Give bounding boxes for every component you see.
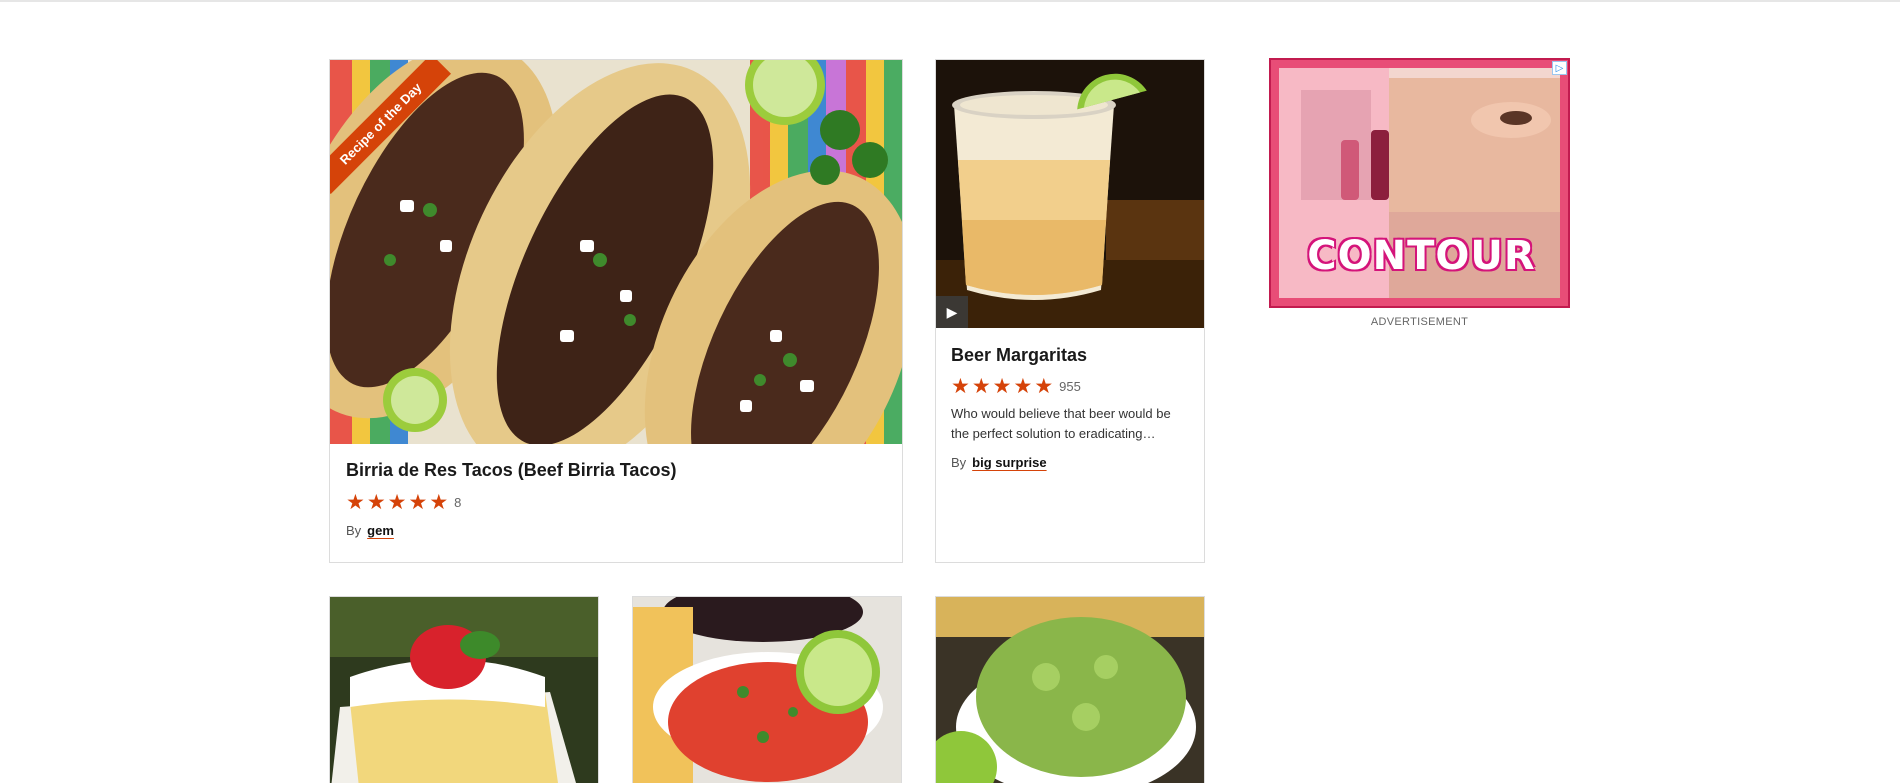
review-count: 8	[454, 495, 462, 510]
recipe-card-cake[interactable]	[329, 596, 599, 783]
advertisement-label: ADVERTISEMENT	[1370, 316, 1469, 328]
by-label: By	[951, 455, 967, 470]
beer-margaritas-photo	[936, 60, 1204, 328]
review-count: 955	[1059, 379, 1081, 394]
author-link[interactable]: big surprise	[972, 455, 1046, 470]
recipe-title[interactable]: Beer Margaritas	[951, 345, 1087, 366]
guacamole-photo	[936, 597, 1204, 783]
star-icon: ★	[346, 491, 365, 514]
star-icon: ★	[971, 375, 991, 398]
rating-stars: ★ ★ ★ ★ ★ 8	[346, 492, 461, 513]
strawberry-cake-photo	[330, 597, 598, 783]
star-icon: ★	[387, 491, 407, 514]
recipe-card-beer-margaritas[interactable]: ▶ Beer Margaritas ★ ★ ★ ★ ★ 955 Who woul…	[935, 59, 1205, 563]
play-icon[interactable]: ▶	[936, 296, 968, 328]
advertisement-banner[interactable]: CONTOUR ▷	[1269, 58, 1570, 308]
recipe-card-pico-de-gallo[interactable]	[632, 596, 902, 783]
recipe-card-guacamole[interactable]	[935, 596, 1205, 783]
featured-recipe-card[interactable]: Recipe of the Day Birria de Res Tacos (B…	[329, 59, 903, 563]
beer-margaritas-image[interactable]: ▶	[936, 60, 1204, 328]
byline: By big surprise	[951, 455, 1047, 470]
adchoices-icon[interactable]: ▷	[1552, 61, 1567, 75]
birria-tacos-photo	[330, 60, 902, 444]
star-icon: ★	[408, 491, 428, 514]
star-icon: ★	[992, 375, 1012, 398]
star-icon: ★	[1034, 375, 1054, 398]
star-icon: ★	[951, 375, 970, 398]
byline: By gem	[346, 523, 394, 538]
rating-stars: ★ ★ ★ ★ ★ 955	[951, 376, 1081, 397]
by-label: By	[346, 523, 362, 538]
top-divider	[0, 0, 1900, 2]
recipe-title[interactable]: Birria de Res Tacos (Beef Birria Tacos)	[346, 460, 676, 481]
star-icon: ★	[429, 491, 449, 514]
recipe-description: Who would believe that beer would be the…	[951, 406, 1171, 441]
birria-tacos-image[interactable]: Recipe of the Day	[330, 60, 902, 444]
star-icon: ★	[1013, 375, 1033, 398]
star-icon: ★	[366, 491, 386, 514]
ad-headline: CONTOUR	[1307, 233, 1536, 279]
pico-de-gallo-photo	[633, 597, 901, 783]
author-link[interactable]: gem	[367, 523, 394, 538]
